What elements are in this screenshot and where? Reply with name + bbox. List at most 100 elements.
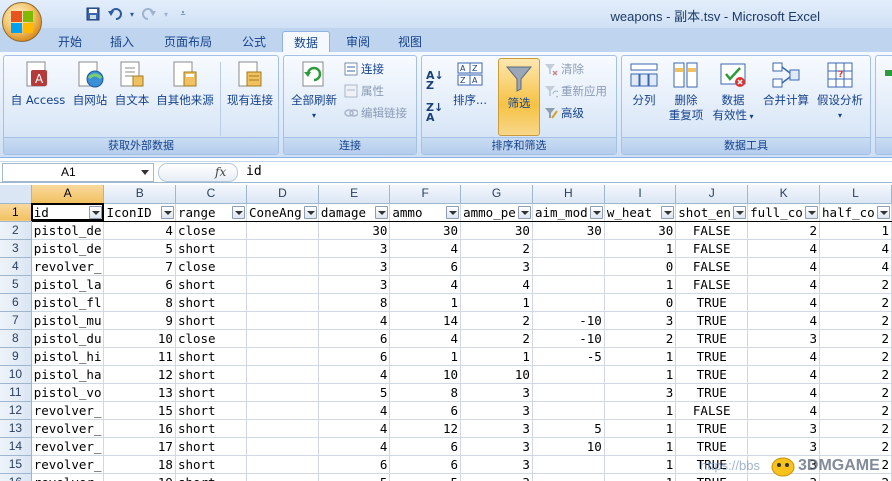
cell[interactable]: 1 [604, 239, 677, 258]
cell[interactable]: 1 [604, 347, 677, 366]
column-header-b[interactable]: B [103, 185, 176, 204]
filter-dropdown-icon[interactable] [877, 205, 890, 219]
filter-dropdown-icon[interactable] [517, 205, 531, 219]
cell[interactable]: 2 [819, 329, 892, 348]
row-header[interactable]: 3 [0, 239, 32, 258]
refresh-all-button[interactable]: 全部刷新 ▾ [286, 60, 342, 123]
cell[interactable]: 4 [747, 293, 821, 312]
cell[interactable]: 2 [819, 293, 892, 312]
cell[interactable]: 6 [389, 437, 462, 456]
data-validation-button[interactable]: 数据 有效性 ▾ [708, 60, 758, 124]
cell[interactable]: pistol_de [31, 239, 105, 258]
cell[interactable]: 1 [460, 347, 533, 366]
cell[interactable]: FALSE [675, 257, 749, 276]
cell[interactable]: 3 [460, 473, 533, 481]
what-if-analysis-button[interactable]: ? 假设分析 ▾ [812, 60, 868, 123]
row-header[interactable]: 2 [0, 221, 32, 240]
header-cell[interactable]: full_co [747, 203, 821, 222]
cell[interactable]: -10 [532, 329, 605, 348]
column-header-l[interactable]: L [819, 185, 892, 204]
cell[interactable]: 0 [604, 293, 677, 312]
cell[interactable]: 4 [747, 275, 821, 294]
tab-data[interactable]: 数据 [282, 31, 330, 52]
cell[interactable]: 6 [318, 347, 391, 366]
cell[interactable] [246, 221, 319, 240]
cell[interactable]: 3 [604, 383, 677, 402]
cell[interactable]: 3 [460, 383, 533, 402]
cell[interactable]: 4 [318, 437, 391, 456]
cell[interactable]: 4 [747, 383, 821, 402]
cell[interactable] [246, 257, 319, 276]
filter-dropdown-icon[interactable] [661, 205, 675, 219]
cell[interactable]: short [175, 365, 248, 384]
sort-ascending-button[interactable]: A↓ Z [426, 70, 444, 91]
cell[interactable]: pistol_fl [31, 293, 105, 312]
cell[interactable]: short [175, 455, 248, 474]
header-cell[interactable]: damage [318, 203, 391, 222]
column-header-d[interactable]: D [246, 185, 319, 204]
filter-dropdown-icon[interactable] [446, 205, 460, 219]
cell[interactable]: FALSE [675, 401, 749, 420]
row-header[interactable]: 16 [0, 473, 32, 481]
cell[interactable]: 4 [747, 347, 821, 366]
cell[interactable]: 4 [389, 329, 462, 348]
cell[interactable] [246, 419, 319, 438]
cell[interactable]: FALSE [675, 275, 749, 294]
cell[interactable]: 11 [103, 347, 176, 366]
cell[interactable]: pistol_la [31, 275, 105, 294]
cell[interactable]: 2 [460, 239, 533, 258]
header-cell[interactable]: aim_mod [532, 203, 605, 222]
cell[interactable]: short [175, 275, 248, 294]
cell[interactable]: TRUE [675, 383, 749, 402]
cell[interactable]: 4 [747, 365, 821, 384]
reapply-button[interactable]: 重新应用 [544, 82, 607, 100]
cell[interactable]: short [175, 347, 248, 366]
header-cell[interactable]: IconID [103, 203, 176, 222]
cell[interactable]: 3 [604, 311, 677, 330]
cell[interactable]: 2 [819, 383, 892, 402]
cell[interactable]: 4 [747, 401, 821, 420]
cell[interactable]: short [175, 239, 248, 258]
cell[interactable]: 2 [819, 401, 892, 420]
row-header[interactable]: 14 [0, 437, 32, 456]
cell[interactable]: -10 [532, 311, 605, 330]
cell[interactable]: 4 [747, 311, 821, 330]
header-cell[interactable]: half_co [819, 203, 892, 222]
cell[interactable]: 30 [460, 221, 533, 240]
whatif-dropdown-icon[interactable]: ▾ [812, 108, 868, 123]
from-other-sources-button[interactable]: 自其他来源 [152, 60, 218, 108]
cell[interactable]: close [175, 257, 248, 276]
row-header[interactable]: 9 [0, 347, 32, 366]
cell[interactable]: 2 [819, 419, 892, 438]
formula-input[interactable]: id [246, 164, 262, 179]
cell[interactable]: 1 [604, 275, 677, 294]
row-header[interactable]: 8 [0, 329, 32, 348]
refresh-dropdown-icon[interactable]: ▾ [286, 108, 342, 123]
cell[interactable]: TRUE [675, 419, 749, 438]
cell[interactable]: TRUE [675, 347, 749, 366]
cell[interactable]: 8 [389, 383, 462, 402]
header-cell[interactable]: ammo [389, 203, 462, 222]
cell[interactable]: 1 [460, 293, 533, 312]
cell[interactable]: revolver_ [31, 401, 105, 420]
filter-dropdown-icon[interactable] [232, 205, 246, 219]
cell[interactable]: 4 [389, 275, 462, 294]
cell[interactable]: 30 [389, 221, 462, 240]
row-header[interactable]: 11 [0, 383, 32, 402]
sort-button[interactable]: AZZA 排序... [450, 60, 490, 108]
column-header-e[interactable]: E [318, 185, 391, 204]
cell[interactable]: 4 [819, 239, 892, 258]
cell[interactable]: 2 [819, 275, 892, 294]
cell[interactable] [532, 365, 605, 384]
name-box-dropdown-icon[interactable] [141, 170, 149, 175]
column-header-i[interactable]: I [604, 185, 677, 204]
filter-dropdown-icon[interactable] [733, 205, 747, 219]
cell[interactable]: 3 [747, 419, 821, 438]
row-header[interactable]: 12 [0, 401, 32, 420]
filter-dropdown-icon[interactable] [805, 205, 819, 219]
cell[interactable]: 0 [604, 257, 677, 276]
cell[interactable]: 5 [318, 473, 391, 481]
cell[interactable]: 1 [604, 437, 677, 456]
cell[interactable]: pistol_ha [31, 365, 105, 384]
cell[interactable]: revolver_ [31, 473, 105, 481]
